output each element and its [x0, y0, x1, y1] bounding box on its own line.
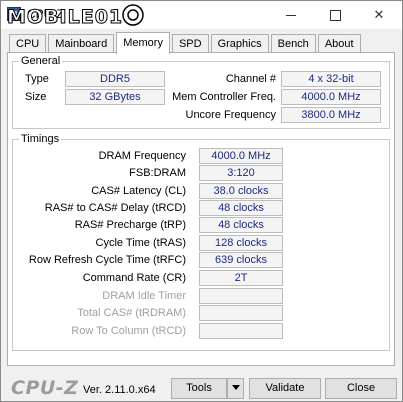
window-title: CPU-Z: [27, 7, 64, 21]
tab-bar: CPU Mainboard Memory SPD Graphics Bench …: [9, 32, 363, 54]
tools-dropdown-button[interactable]: [227, 378, 244, 399]
type-label: Type: [25, 73, 49, 85]
timing-label-dram-frequency: DRAM Frequency: [98, 150, 186, 162]
mem-controller-value: 4000.0 MHz: [281, 89, 381, 105]
tab-graphics[interactable]: Graphics: [210, 34, 269, 53]
uncore-label: Uncore Frequency: [185, 109, 277, 121]
validate-button[interactable]: Validate: [249, 378, 321, 399]
size-label: Size: [25, 91, 47, 103]
timing-label-trp: RAS# Precharge (tRP): [74, 219, 186, 231]
tab-about[interactable]: About: [317, 34, 361, 53]
title-bar[interactable]: CPU-Z MOBILE01 ✕: [1, 1, 402, 29]
timing-value-fsb-dram: 3:120: [199, 165, 283, 181]
tools-button[interactable]: Tools: [171, 378, 227, 399]
svg-text:MOBILE01: MOBILE01: [7, 6, 123, 28]
app-icon: [7, 7, 21, 21]
general-group: General Type DDR5 Size 32 GBytes Channel…: [12, 55, 390, 129]
timing-label-dram-idle-timer: DRAM Idle Timer: [102, 290, 186, 302]
minimize-icon: [286, 14, 296, 16]
minimize-button[interactable]: [269, 1, 313, 29]
close-icon: ✕: [373, 7, 385, 22]
timing-label-trcd: RAS# to CAS# Delay (tRCD): [44, 202, 186, 214]
timing-value-tras: 128 clocks: [199, 235, 283, 251]
mem-controller-label: Mem Controller Freq.: [172, 91, 276, 103]
timing-value-cas-latency: 38.0 clocks: [199, 183, 283, 199]
general-group-title: General: [19, 55, 63, 67]
cpuz-window: CPU-Z MOBILE01 ✕ CPU Mainboard Memory SP…: [0, 0, 403, 402]
channel-value: 4 x 32-bit: [281, 71, 381, 87]
timing-label-tras: Cycle Time (tRAS): [95, 237, 186, 249]
timing-label-fsb-dram: FSB:DRAM: [129, 167, 186, 179]
maximize-icon: [329, 9, 341, 21]
timing-value-row-to-column: [199, 323, 283, 339]
timing-label-total-cas: Total CAS# (tRDRAM): [77, 307, 186, 319]
maximize-button[interactable]: [313, 1, 357, 29]
timing-value-command-rate: 2T: [199, 270, 283, 286]
tab-bench[interactable]: Bench: [270, 34, 316, 53]
timing-label-row-to-column: Row To Column (tRCD): [71, 325, 186, 337]
timings-group: Timings DRAM Frequency 4000.0 MHz FSB:DR…: [12, 133, 390, 351]
tab-spd[interactable]: SPD: [171, 34, 209, 53]
timings-group-title: Timings: [19, 133, 62, 145]
size-value: 32 GBytes: [65, 89, 165, 105]
memory-panel: General Type DDR5 Size 32 GBytes Channel…: [7, 52, 395, 366]
timing-label-trfc: Row Refresh Cycle Time (tRFC): [28, 254, 186, 266]
timing-value-trp: 48 clocks: [199, 217, 283, 233]
type-value: DDR5: [65, 71, 165, 87]
channel-label: Channel #: [225, 73, 276, 85]
timing-label-cas-latency: CAS# Latency (CL): [91, 185, 186, 197]
close-button[interactable]: Close: [325, 378, 397, 399]
cpuz-logo: CPU-Z: [11, 377, 79, 399]
chevron-down-icon: [231, 384, 240, 390]
timing-value-dram-frequency: 4000.0 MHz: [199, 148, 283, 164]
close-window-button[interactable]: ✕: [357, 1, 401, 29]
timing-value-trcd: 48 clocks: [199, 200, 283, 216]
version-text: Ver. 2.11.0.x64: [83, 384, 156, 396]
uncore-value: 3800.0 MHz: [281, 107, 381, 123]
tab-cpu[interactable]: CPU: [9, 34, 47, 53]
timing-label-command-rate: Command Rate (CR): [82, 272, 186, 284]
timing-value-dram-idle-timer: [199, 288, 283, 304]
watermark-logo: MOBILE01: [7, 4, 144, 29]
tab-memory[interactable]: Memory: [116, 32, 170, 54]
tab-mainboard[interactable]: Mainboard: [48, 34, 115, 53]
timing-value-trfc: 639 clocks: [199, 252, 283, 268]
timing-value-total-cas: [199, 305, 283, 321]
